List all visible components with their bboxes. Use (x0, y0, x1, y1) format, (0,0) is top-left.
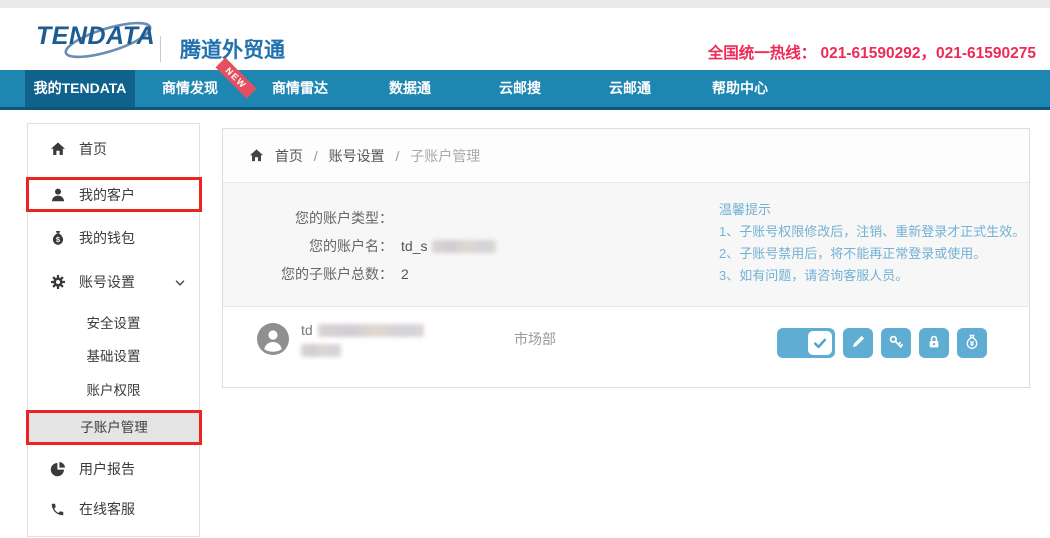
subaccount-name-prefix: td (301, 322, 313, 338)
edit-button[interactable] (843, 328, 873, 358)
tip-line: 2、子账号禁用后，将不能再正常登录或使用。 (719, 243, 1025, 265)
page: TENDATA 腾道外贸通 全国统一热线： 021-61590292，021-6… (0, 0, 1050, 538)
sidebar-item-account-settings[interactable]: 账号设置 (28, 264, 199, 300)
breadcrumb-current: 子账户管理 (410, 148, 480, 164)
masked-text (318, 324, 424, 337)
account-type-row: 您的账户类型： (263, 204, 496, 232)
pencil-icon (851, 334, 866, 352)
account-name-value: td_s (401, 238, 427, 254)
phone-icon (49, 501, 66, 518)
reset-password-button[interactable] (881, 328, 911, 358)
subaccount-total-row: 您的子账户总数： 2 (263, 260, 496, 288)
tip-line: 1、子账号权限修改后，注销、重新登录才正式生效。 (719, 221, 1025, 243)
gear-icon (49, 274, 66, 291)
sidebar-subitem-subaccount-management[interactable]: 子账户管理 (26, 410, 202, 445)
main-nav: 我的TENDATA 商情发现 NEW 商情雷达 数据通 云邮搜 云邮通 帮助中心 (0, 70, 1050, 110)
subaccount-total-value: 2 (401, 266, 409, 282)
nav-item-my-tendata[interactable]: 我的TENDATA (25, 70, 135, 107)
sidebar-item-label: 在线客服 (79, 499, 135, 519)
breadcrumb-separator: / (314, 148, 318, 164)
hotline: 全国统一热线： 021-61590292，021-61590275 (708, 41, 1036, 63)
hotline-label: 全国统一热线： (708, 45, 817, 62)
sidebar-subitem-security-settings[interactable]: 安全设置 (28, 310, 199, 338)
hotline-numbers: 021-61590292，021-61590275 (821, 45, 1036, 62)
tips-panel: 温馨提示 1、子账号权限修改后，注销、重新登录才正式生效。 2、子账号禁用后，将… (719, 199, 1025, 287)
breadcrumb-account-settings[interactable]: 账号设置 (329, 148, 385, 164)
breadcrumb: 首页 / 账号设置 / 子账户管理 (223, 129, 1029, 183)
account-name-label: 您的账户名： (263, 236, 393, 256)
chevron-down-icon (174, 276, 186, 292)
tendata-logo: TENDATA (36, 22, 166, 58)
masked-text (301, 344, 341, 357)
account-name-row: 您的账户名： td_s (263, 232, 496, 260)
subaccount-actions (777, 328, 987, 358)
sidebar-item-label: 用户报告 (79, 459, 135, 479)
sidebar-item-home[interactable]: 首页 (28, 131, 199, 167)
enable-toggle[interactable] (777, 328, 835, 358)
nav-item-business-discovery[interactable]: 商情发现 NEW (135, 70, 245, 107)
check-icon (808, 331, 832, 355)
account-info-section: 您的账户类型： 您的账户名： td_s 您的子账户总数： 2 温馨提示 1、子账… (223, 183, 1029, 307)
lock-icon (926, 334, 942, 353)
sidebar-item-label: 账号设置 (79, 272, 135, 292)
sidebar-item-my-customers[interactable]: 我的客户 (26, 177, 202, 212)
sidebar-item-label: 我的客户 (79, 185, 135, 205)
user-icon (49, 186, 66, 203)
breadcrumb-home[interactable]: 首页 (275, 148, 303, 164)
pie-chart-icon (49, 461, 66, 478)
sidebar-item-label: 我的钱包 (79, 228, 135, 248)
nav-item-cloud-mail-search[interactable]: 云邮搜 (465, 70, 575, 107)
sidebar: 首页 我的客户 $ 我的钱包 账号设置 安全设置 基础设置 账户权限 子 (27, 123, 200, 537)
wallet-icon: $ (49, 230, 66, 247)
sidebar-item-label: 首页 (79, 139, 107, 159)
subaccount-name: td (301, 320, 424, 360)
nav-item-label: 商情发现 (162, 80, 218, 96)
lock-button[interactable] (919, 328, 949, 358)
subaccount-total-label: 您的子账户总数： (263, 264, 393, 284)
main-panel: 首页 / 账号设置 / 子账户管理 您的账户类型： 您的账户名： td_s 您的… (222, 128, 1030, 388)
top-strip (0, 0, 1050, 8)
money-bag-icon (964, 334, 980, 353)
logo-text: TENDATA (36, 22, 155, 50)
nav-item-cloud-mail[interactable]: 云邮通 (575, 70, 685, 107)
tip-line: 3、如有问题，请咨询客服人员。 (719, 265, 1025, 287)
account-info-rows: 您的账户类型： 您的账户名： td_s 您的子账户总数： 2 (263, 204, 496, 288)
key-icon (888, 334, 904, 353)
nav-item-data-link[interactable]: 数据通 (355, 70, 465, 107)
header: TENDATA 腾道外贸通 全国统一热线： 021-61590292，021-6… (0, 8, 1050, 70)
sidebar-item-user-report[interactable]: 用户报告 (28, 451, 199, 487)
home-icon (249, 131, 264, 185)
brand-name: 腾道外贸通 (180, 34, 285, 64)
nav-item-help-center[interactable]: 帮助中心 (685, 70, 795, 107)
department-label: 市场部 (514, 329, 556, 349)
account-type-label: 您的账户类型： (263, 208, 393, 228)
wallet-button[interactable] (957, 328, 987, 358)
breadcrumb-separator: / (395, 148, 399, 164)
tips-title: 温馨提示 (719, 199, 1025, 221)
home-icon (49, 141, 66, 158)
subaccount-row: td 市场部 (223, 307, 1029, 387)
masked-text (432, 240, 496, 253)
sidebar-item-my-wallet[interactable]: $ 我的钱包 (28, 220, 199, 256)
sidebar-subitem-account-permissions[interactable]: 账户权限 (28, 377, 199, 405)
sidebar-subitem-basic-settings[interactable]: 基础设置 (28, 343, 199, 371)
sidebar-item-online-service[interactable]: 在线客服 (28, 491, 199, 527)
avatar (257, 323, 289, 355)
nav-item-business-radar[interactable]: 商情雷达 (245, 70, 355, 107)
